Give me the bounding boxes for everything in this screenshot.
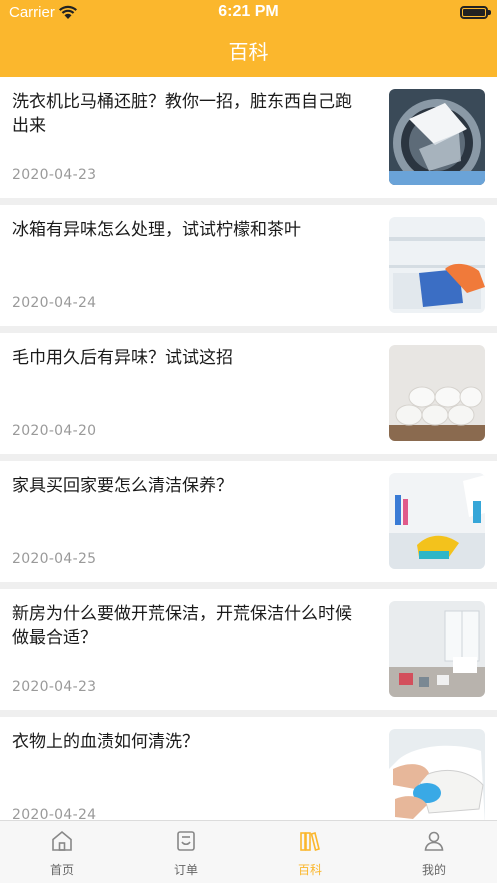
tab-encyclopedia[interactable]: 百科 (248, 821, 372, 883)
article-thumbnail (389, 89, 485, 185)
tab-bar: 首页 订单 百科 我的 (0, 820, 497, 883)
article-item[interactable]: 冰箱有异味怎么处理，试试柠檬和茶叶 2020-04-24 (0, 205, 497, 326)
order-icon (177, 831, 195, 851)
tab-orders[interactable]: 订单 (124, 821, 248, 883)
article-list[interactable]: 洗衣机比马桶还脏？教你一招，脏东西自己跑出来 2020-04-23 冰箱有异味怎… (0, 77, 497, 820)
home-icon (52, 830, 72, 851)
status-bar: Carrier 6:21 PM (0, 0, 497, 26)
article-title: 冰箱有异味怎么处理，试试柠檬和茶叶 (12, 220, 301, 240)
article-date: 2020-04-20 (12, 423, 97, 439)
article-thumbnail (389, 345, 485, 441)
article-thumbnail (389, 473, 485, 569)
profile-icon (424, 831, 444, 851)
tab-profile[interactable]: 我的 (372, 821, 496, 883)
article-date: 2020-04-25 (12, 551, 97, 567)
article-date: 2020-04-24 (12, 807, 97, 820)
page-title: 百科 (228, 40, 269, 64)
article-date: 2020-04-24 (12, 295, 97, 311)
article-title: 家具买回家要怎么清洁保养？ (12, 476, 233, 496)
books-icon (300, 832, 320, 851)
article-title: 新房为什么要做开荒保洁，开荒保洁什么时候做最合适？ (12, 604, 352, 648)
article-item[interactable]: 毛巾用久后有异味？试试这招 2020-04-20 (0, 333, 497, 454)
article-title: 洗衣机比马桶还脏？教你一招，脏东西自己跑出来 (12, 92, 352, 136)
battery-icon (460, 6, 491, 19)
tab-label: 百科 (297, 863, 322, 877)
tab-label: 订单 (173, 863, 198, 877)
article-date: 2020-04-23 (12, 167, 97, 183)
article-item[interactable]: 家具买回家要怎么清洁保养？ 2020-04-25 (0, 461, 497, 582)
article-title: 衣物上的血渍如何清洗？ (12, 732, 199, 752)
article-item[interactable]: 洗衣机比马桶还脏？教你一招，脏东西自己跑出来 2020-04-23 (0, 77, 497, 198)
clock: 6:21 PM (218, 3, 279, 20)
article-thumbnail (389, 217, 485, 313)
nav-header: Carrier 6:21 PM 百科 (0, 0, 497, 77)
article-title: 毛巾用久后有异味？试试这招 (12, 348, 233, 368)
tab-label: 我的 (421, 863, 446, 877)
article-thumbnail (389, 729, 485, 820)
article-date: 2020-04-23 (12, 679, 97, 695)
tab-home[interactable]: 首页 (0, 821, 124, 883)
article-item[interactable]: 新房为什么要做开荒保洁，开荒保洁什么时候做最合适？ 2020-04-23 (0, 589, 497, 710)
article-item[interactable]: 衣物上的血渍如何清洗？ 2020-04-24 (0, 717, 497, 820)
tab-label: 首页 (49, 863, 74, 877)
article-thumbnail (389, 601, 485, 697)
